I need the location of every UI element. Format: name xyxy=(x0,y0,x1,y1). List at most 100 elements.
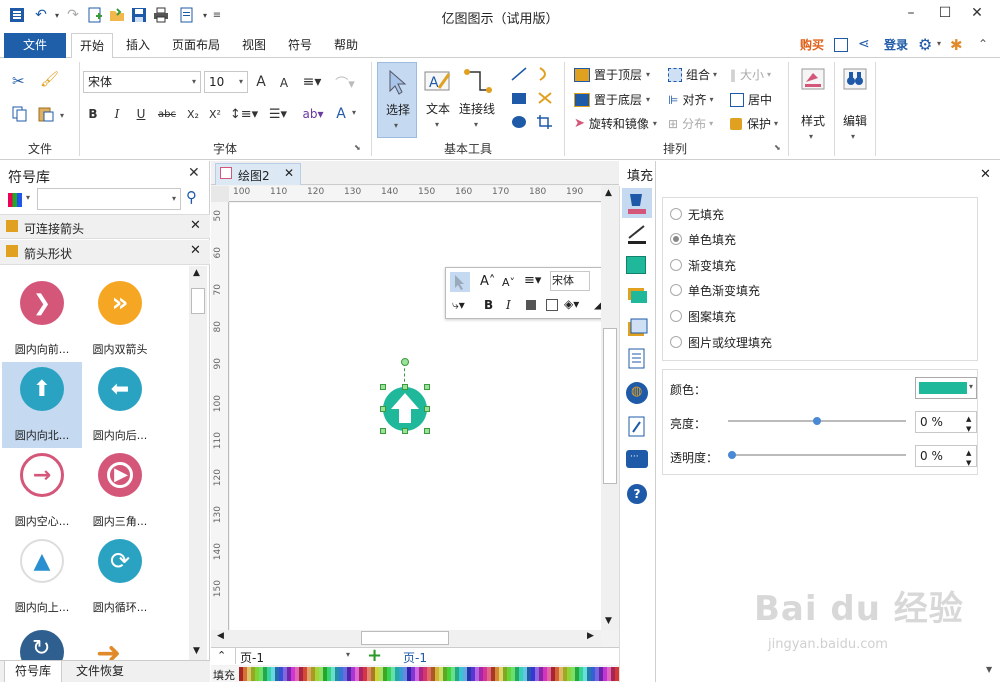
edit-button[interactable]: 编辑 ▾ xyxy=(836,62,874,152)
close-library-icon[interactable]: ✕ xyxy=(190,218,201,233)
library-header-arrow-shapes[interactable]: 箭头形状 ✕ xyxy=(0,240,210,265)
protect-button[interactable]: 保护 ▾ xyxy=(730,115,778,132)
login-link[interactable]: 登录 xyxy=(878,33,914,58)
tab-help[interactable]: 帮助 xyxy=(326,33,366,58)
settings-dropdown-icon[interactable]: ▾ xyxy=(937,39,941,48)
scroll-up-icon[interactable]: ▲ xyxy=(193,268,200,278)
scroll-up-icon[interactable]: ▲ xyxy=(605,188,612,198)
page-selector[interactable]: 页-1 ▾ xyxy=(235,648,357,665)
strikethrough-button[interactable]: abc xyxy=(156,104,178,124)
close-library-icon[interactable]: ✕ xyxy=(190,243,201,258)
rotation-handle[interactable] xyxy=(401,358,409,366)
bullet-list-icon[interactable]: ☰▾ xyxy=(264,104,292,124)
float-bold-icon[interactable]: B xyxy=(484,298,493,312)
document-tab[interactable]: 绘图2 ✕ xyxy=(215,163,301,185)
canvas-v-scrollbar[interactable]: ▲ ▼ xyxy=(601,186,619,630)
theme-icon[interactable]: ✱ xyxy=(950,36,963,54)
size-button[interactable]: ‖ 大小 ▾ xyxy=(730,66,771,83)
format-painter-icon[interactable]: ✂ xyxy=(12,72,25,90)
canvas-h-scrollbar[interactable]: ◀ ▶ xyxy=(211,630,601,646)
settings-icon[interactable]: ⚙ xyxy=(918,35,932,54)
resize-handle[interactable] xyxy=(380,428,386,434)
resize-handle[interactable] xyxy=(402,384,408,390)
line-spacing-icon[interactable]: ↕≡▾ xyxy=(230,104,258,124)
tab-insert[interactable]: 插入 xyxy=(118,33,158,58)
text-tool-button[interactable]: A 文本 ▾ xyxy=(420,62,456,138)
brush-icon[interactable]: 🖌 xyxy=(40,70,59,88)
close-panel-icon[interactable]: ✕ xyxy=(188,165,200,181)
tab-symbol-library[interactable]: 符号库 xyxy=(4,661,62,682)
arc-tool-icon[interactable] xyxy=(536,66,554,85)
buy-link[interactable]: 购买 xyxy=(792,33,832,58)
rotate-button[interactable]: ➤ 旋转和镜像 ▾ xyxy=(574,115,657,132)
shrink-font-button[interactable]: A xyxy=(276,74,292,92)
attachment-tab-icon[interactable] xyxy=(628,416,646,438)
pattern-tab-icon[interactable] xyxy=(626,286,648,304)
highlight-icon[interactable]: ab▾ xyxy=(298,104,328,124)
tab-home[interactable]: 开始 xyxy=(71,33,113,59)
float-grow-font-icon[interactable]: A˄ xyxy=(480,274,495,289)
ellipse-tool-icon[interactable] xyxy=(510,114,528,133)
resize-handle[interactable] xyxy=(424,428,430,434)
subscript-button[interactable]: X₂ xyxy=(184,104,202,124)
selected-arrow-shape[interactable] xyxy=(383,387,427,431)
resize-handle[interactable] xyxy=(380,406,386,412)
spin-down-icon[interactable]: ▼ xyxy=(966,453,971,473)
float-shrink-font-icon[interactable]: A˅ xyxy=(502,276,515,289)
close-button[interactable]: ✕ xyxy=(962,5,992,25)
align-button[interactable]: ⊫ 对齐 ▾ xyxy=(668,91,713,108)
copy-icon[interactable] xyxy=(12,106,28,125)
bold-button[interactable]: B xyxy=(86,104,100,124)
arrange-dialog-launcher-icon[interactable]: ⬊ xyxy=(774,143,781,152)
paste-dropdown-icon[interactable]: ▾ xyxy=(60,111,64,120)
image-tab-icon[interactable] xyxy=(626,316,648,338)
help-icon[interactable]: ? xyxy=(627,484,647,504)
search-icon[interactable]: ⚲ xyxy=(186,188,197,206)
hyperlink-tab-icon[interactable]: ◍ xyxy=(626,382,648,404)
grow-font-button[interactable]: A xyxy=(252,72,270,92)
shadow-tab-icon[interactable] xyxy=(626,256,646,274)
spin-down-icon[interactable]: ▼ xyxy=(966,419,971,439)
symbol-scrollbar[interactable]: ▲ ▼ xyxy=(189,266,207,660)
symbol-item[interactable]: ▲ 圆内向上... xyxy=(2,534,82,620)
tab-file[interactable]: 文件 xyxy=(4,33,66,58)
float-pointer-icon[interactable] xyxy=(450,272,470,292)
symbol-item[interactable]: → 圆内空心... xyxy=(2,448,82,534)
symbol-search-input[interactable]: ▾ xyxy=(37,188,181,210)
brightness-slider[interactable] xyxy=(728,417,906,425)
brightness-input[interactable]: 0 % ▲ ▼ xyxy=(915,411,977,433)
rectangle-tool-icon[interactable] xyxy=(510,90,528,109)
page-tab[interactable]: 页-1 xyxy=(403,649,427,666)
superscript-button[interactable]: X² xyxy=(206,104,224,124)
align-icon[interactable]: ≡▾ xyxy=(300,72,324,92)
scroll-right-icon[interactable]: ▶ xyxy=(587,631,594,641)
font-dialog-launcher-icon[interactable]: ⬊ xyxy=(354,143,361,152)
crop-tool-icon[interactable] xyxy=(536,114,554,133)
library-header-connectable-arrows[interactable]: 可连接箭头 ✕ xyxy=(0,214,210,239)
comment-tab-icon[interactable]: ··· xyxy=(626,450,648,468)
connector-tool-button[interactable]: 连接线 ▾ xyxy=(456,62,498,138)
scroll-left-icon[interactable]: ◀ xyxy=(217,631,224,641)
float-font-combo[interactable]: 宋体 xyxy=(550,271,590,291)
scroll-down-icon[interactable]: ▼ xyxy=(193,646,200,656)
font-size-dropdown-icon[interactable]: ▾ xyxy=(239,72,243,92)
symbol-item[interactable]: » 圆内双箭头 xyxy=(80,276,160,362)
screen-icon[interactable] xyxy=(834,38,848,52)
bring-front-button[interactable]: 置于顶层 ▾ xyxy=(574,66,650,83)
float-align-icon[interactable]: ≡▾ xyxy=(524,273,541,288)
symbol-item[interactable]: ❯ 圆内向前... xyxy=(2,276,82,362)
close-fill-panel-icon[interactable]: ✕ xyxy=(980,167,991,182)
select-tool-button[interactable]: 选择 ▾ xyxy=(377,62,417,138)
fill-option-pattern[interactable]: 图案填充 xyxy=(670,307,736,325)
maximize-button[interactable]: ☐ xyxy=(930,5,960,25)
resize-handle[interactable] xyxy=(380,384,386,390)
orange-arrow-icon[interactable]: ➜ xyxy=(96,636,121,662)
symbol-item[interactable]: ⬅ 圆内向后... xyxy=(80,362,160,448)
resize-handle[interactable] xyxy=(424,406,430,412)
fill-option-gradient[interactable]: 渐变填充 xyxy=(670,256,736,274)
send-back-button[interactable]: 置于底层 ▾ xyxy=(574,91,650,108)
close-tab-icon[interactable]: ✕ xyxy=(284,166,294,180)
fill-tab-icon[interactable] xyxy=(622,188,652,218)
symbol-item[interactable]: ⟳ 圆内循环... xyxy=(80,534,160,620)
tab-file-recovery[interactable]: 文件恢复 xyxy=(70,661,130,682)
